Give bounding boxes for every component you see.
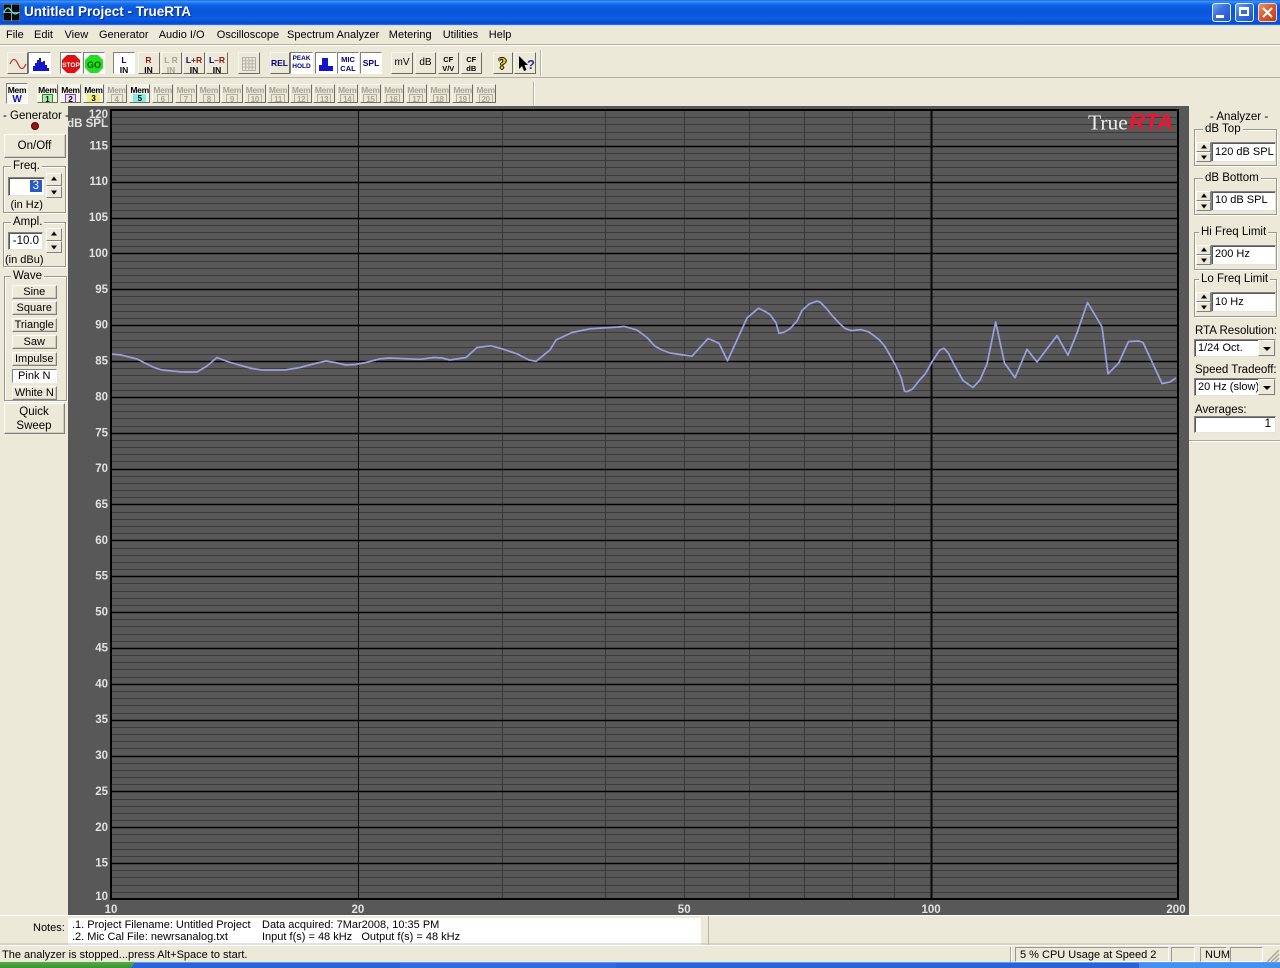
svg-text:10: 10: [95, 891, 108, 903]
svg-text:80: 80: [95, 391, 108, 403]
svg-text:?: ?: [527, 57, 535, 72]
svg-text:110: 110: [89, 176, 108, 188]
svg-text:15: 15: [95, 858, 108, 870]
svg-text:65: 65: [95, 499, 108, 511]
svg-text:50: 50: [95, 607, 108, 619]
svg-text:85: 85: [95, 356, 108, 368]
svg-text:95: 95: [95, 284, 108, 296]
svg-text:115: 115: [89, 140, 108, 152]
svg-text:75: 75: [95, 427, 108, 439]
svg-text:40: 40: [95, 678, 108, 690]
svg-text:35: 35: [95, 714, 108, 726]
svg-text:105: 105: [89, 212, 109, 224]
svg-text:25: 25: [95, 786, 108, 798]
svg-text:45: 45: [95, 643, 108, 655]
svg-text:60: 60: [95, 535, 108, 547]
svg-text:90: 90: [95, 320, 108, 332]
svg-text:STOP: STOP: [62, 62, 80, 69]
svg-text:dB SPL: dB SPL: [68, 118, 108, 130]
svg-text:55: 55: [95, 571, 108, 583]
svg-text:30: 30: [95, 750, 108, 762]
svg-text:TrueRTA: TrueRTA: [1088, 110, 1173, 135]
svg-text:GO: GO: [87, 60, 101, 70]
svg-text:70: 70: [95, 463, 108, 475]
svg-text:20: 20: [95, 822, 108, 834]
svg-text:100: 100: [89, 248, 108, 260]
